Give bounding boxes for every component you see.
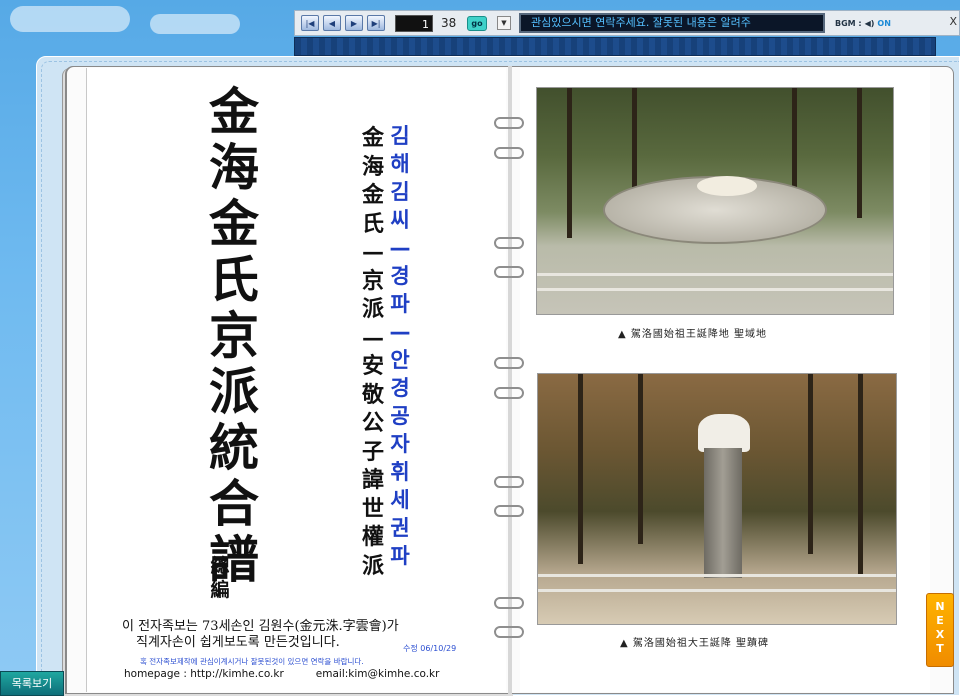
- last-page-icon[interactable]: ▶|: [367, 15, 385, 31]
- binder-ring: [494, 117, 524, 129]
- binder-ring: [494, 266, 524, 278]
- ticker-message: 관심있으시면 연락주세요. 잘못된 내용은 알려주: [519, 13, 825, 33]
- genealogy-subtitle: 總編: [210, 555, 230, 601]
- binder-ring: [494, 357, 524, 369]
- dropdown-icon[interactable]: ▼: [497, 16, 511, 30]
- credit-line-1: 이 전자족보는 73세손인 김원수(金元洙.字雲會)가: [122, 619, 399, 634]
- lineage-hanja-column: 金海金氏—京派—安敬公子諱世權派: [361, 125, 384, 579]
- binder-ring: [494, 505, 524, 517]
- photo-caption-1: ▲ 駕洛國始祖王誕降地 聖域地: [618, 329, 768, 340]
- left-page[interactable]: [86, 68, 506, 692]
- binder-ring: [494, 147, 524, 159]
- lineage-korean-column: 김해김씨—경파—안경공자휘세권파: [389, 124, 411, 568]
- contact-info: homepage : http://kimhe.co.kr email:kim@k…: [124, 668, 471, 680]
- homepage-link[interactable]: homepage : http://kimhe.co.kr: [124, 668, 284, 680]
- cloud-decoration: [10, 6, 130, 32]
- viewer-toolbar: |◀ ◀ ▶ ▶| 1 38 go ▼ 관심있으시면 연락주세요. 잘못된 내용…: [294, 10, 960, 36]
- speaker-icon: ◀): [864, 18, 875, 28]
- next-page-icon[interactable]: ▶: [345, 15, 363, 31]
- next-label: NEXT: [935, 600, 945, 655]
- current-page-input[interactable]: 1: [395, 14, 433, 32]
- total-pages: 38: [441, 16, 457, 30]
- genealogy-title: 金海金氏京派統合譜: [209, 82, 259, 589]
- binder-ring: [494, 476, 524, 488]
- binder-ring: [494, 626, 524, 638]
- next-button[interactable]: NEXT: [926, 593, 954, 667]
- monument-photo: [537, 373, 897, 625]
- email-link[interactable]: email:kim@kimhe.co.kr: [316, 668, 440, 680]
- list-view-button[interactable]: 목록보기: [0, 671, 64, 696]
- prev-page-icon[interactable]: ◀: [323, 15, 341, 31]
- binder-ring: [494, 237, 524, 249]
- credit-line-2: 직계자손이 쉽게보도록 만든것입니다.: [136, 635, 340, 650]
- revision-date: 수정 06/10/29: [403, 644, 457, 653]
- bgm-toggle[interactable]: BGM : ◀) ON: [835, 19, 891, 28]
- birthplace-photo: [536, 87, 894, 315]
- first-page-icon[interactable]: |◀: [301, 15, 319, 31]
- bgm-label: BGM :: [835, 18, 862, 28]
- go-button[interactable]: go: [467, 15, 487, 31]
- binder-ring: [494, 387, 524, 399]
- cloud-decoration: [150, 14, 240, 34]
- bgm-state: ON: [877, 18, 891, 28]
- toolbar-bar: [294, 37, 936, 56]
- contact-notice: 혹 전자족보제작에 관심이계시거나 잘못된것이 있으면 연락을 바랍니다.: [140, 657, 364, 666]
- binder-ring: [494, 597, 524, 609]
- close-button[interactable]: X: [949, 15, 957, 28]
- photo-caption-2: ▲ 駕洛國始祖大王誕降 聖蹟碑: [620, 638, 770, 649]
